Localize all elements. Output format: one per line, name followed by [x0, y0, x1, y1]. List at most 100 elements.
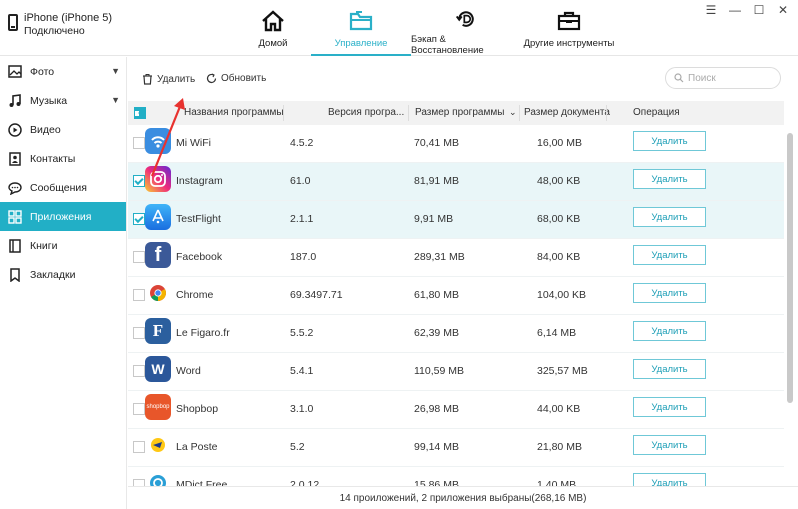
mi-wifi-app-icon: [145, 128, 171, 154]
row-checkbox[interactable]: [133, 365, 145, 377]
chevron-down-icon[interactable]: ▼: [111, 66, 120, 76]
row-delete-button[interactable]: Удалить: [633, 435, 706, 455]
app-version: 69.3497.71: [290, 289, 343, 301]
row-delete-button[interactable]: Удалить: [633, 207, 706, 227]
minimize-icon[interactable]: —: [728, 3, 742, 17]
doc-size: 325,57 MB: [537, 365, 588, 377]
row-checkbox[interactable]: [133, 175, 145, 187]
column-header-size[interactable]: Размер программы: [415, 107, 504, 118]
backup-icon: [455, 11, 474, 27]
phone-icon: [8, 14, 18, 31]
app-name: Facebook: [176, 251, 223, 263]
app-version: 4.5.2: [290, 137, 314, 149]
tab-tools[interactable]: Другие инструменты: [521, 0, 617, 56]
close-icon[interactable]: ✕: [776, 3, 790, 17]
column-header-version[interactable]: Версия програ...: [328, 107, 404, 118]
row-delete-button[interactable]: Удалить: [633, 283, 706, 303]
toolbar: Удалить Обновить: [128, 57, 798, 101]
column-header-name[interactable]: Названия программы: [184, 107, 284, 118]
row-checkbox[interactable]: [133, 137, 145, 149]
table-row[interactable]: W Word 5.4.1 110,59 MB 325,57 MB Удалить: [128, 353, 784, 391]
app-name: Chrome: [176, 289, 214, 301]
search-box[interactable]: [665, 67, 781, 89]
row-delete-button[interactable]: Удалить: [633, 169, 706, 189]
app-version: 61.0: [290, 175, 311, 187]
refresh-button[interactable]: Обновить: [206, 73, 266, 84]
tab-home[interactable]: Домой: [235, 0, 311, 56]
sidebar-item-books[interactable]: Книги: [0, 231, 126, 260]
sidebar-item-label: Фото: [30, 65, 55, 78]
app-name: Instagram: [176, 175, 223, 187]
table-row[interactable]: La Poste 5.2 99,14 MB 21,80 MB Удалить: [128, 429, 784, 467]
row-checkbox[interactable]: [133, 403, 145, 415]
sidebar-item-label: Приложения: [30, 210, 92, 223]
chevron-down-icon[interactable]: ▼: [111, 95, 120, 105]
app-name: Shopbop: [176, 403, 219, 415]
row-delete-button[interactable]: Удалить: [633, 359, 706, 379]
device-status: Подключено: [24, 25, 85, 37]
search-input[interactable]: [688, 72, 768, 84]
app-name: La Poste: [176, 441, 218, 453]
tab-manage[interactable]: Управление: [311, 0, 411, 56]
sidebar-item-bookmarks[interactable]: Закладки: [0, 260, 126, 289]
sidebar-item-label: Музыка: [30, 94, 68, 107]
doc-size: 21,80 MB: [537, 441, 582, 453]
table-row[interactable]: TestFlight 2.1.1 9,91 MB 68,00 KB Удалит…: [128, 201, 784, 239]
row-checkbox[interactable]: [133, 289, 145, 301]
sort-chevron-icon[interactable]: ⌄: [509, 107, 517, 118]
row-checkbox[interactable]: [133, 441, 145, 453]
row-checkbox[interactable]: [133, 213, 145, 225]
bookmark-icon: [8, 267, 22, 282]
instagram-app-icon: [145, 166, 171, 192]
contacts-icon: [8, 151, 22, 166]
app-name: Le Figaro.fr: [176, 327, 230, 339]
app-size: 70,41 MB: [414, 137, 459, 149]
row-delete-button[interactable]: Удалить: [633, 397, 706, 417]
table-header: Названия программы Версия програ... Разм…: [128, 101, 784, 125]
doc-size: 16,00 MB: [537, 137, 582, 149]
row-delete-button[interactable]: Удалить: [633, 245, 706, 265]
tab-home-label: Домой: [258, 38, 288, 49]
app-version: 2.1.1: [290, 213, 314, 225]
sidebar-item-messages[interactable]: Сообщения: [0, 173, 126, 202]
main-nav: Домой Управление Бэкап & Восстановление …: [235, 0, 617, 56]
sidebar-item-label: Сообщения: [30, 181, 87, 194]
app-name: Word: [176, 365, 201, 377]
sidebar-item-video[interactable]: Видео: [0, 115, 126, 144]
sidebar-item-apps[interactable]: Приложения: [0, 202, 126, 231]
sidebar-item-contacts[interactable]: Контакты: [0, 144, 126, 173]
table-row[interactable]: f Facebook 187.0 289,31 MB 84,00 KB Удал…: [128, 239, 784, 277]
select-all-checkbox[interactable]: [134, 107, 146, 119]
row-checkbox[interactable]: [133, 327, 145, 339]
messages-icon: [8, 181, 22, 195]
le-figaro-app-icon: F: [145, 318, 171, 344]
app-size: 81,91 MB: [414, 175, 459, 187]
tab-backup[interactable]: Бэкап & Восстановление: [411, 0, 521, 56]
sidebar-item-photos[interactable]: Фото ▼: [0, 57, 126, 86]
row-delete-button[interactable]: Удалить: [633, 321, 706, 341]
table-row[interactable]: Chrome 69.3497.71 61,80 MB 104,00 KB Уда…: [128, 277, 784, 315]
app-size: 289,31 MB: [414, 251, 465, 263]
column-header-operation: Операция: [633, 107, 680, 118]
menu-icon[interactable]: ☰: [704, 3, 718, 17]
table-row[interactable]: Instagram 61.0 81,91 MB 48,00 KB Удалить: [128, 163, 784, 201]
sidebar-item-label: Контакты: [30, 152, 76, 165]
row-checkbox[interactable]: [133, 251, 145, 263]
column-header-docsize[interactable]: Размер документа: [524, 107, 610, 118]
row-delete-button[interactable]: Удалить: [633, 131, 706, 151]
maximize-icon[interactable]: ☐: [752, 3, 766, 17]
scrollbar-thumb[interactable]: [787, 133, 793, 403]
table-row[interactable]: shopbop Shopbop 3.1.0 26,98 MB 44,00 KB …: [128, 391, 784, 429]
sidebar-item-music[interactable]: Музыка ▼: [0, 86, 126, 115]
scrollbar[interactable]: [786, 125, 794, 480]
table-row[interactable]: F Le Figaro.fr 5.5.2 62,39 MB 6,14 MB Уд…: [128, 315, 784, 353]
testflight-app-icon: [145, 204, 171, 230]
delete-button-label: Удалить: [157, 73, 196, 85]
table-row[interactable]: Mi WiFi 4.5.2 70,41 MB 16,00 MB Удалить: [128, 125, 784, 163]
search-icon: [674, 73, 684, 83]
app-size: 9,91 MB: [414, 213, 454, 225]
shopbop-app-icon: shopbop: [145, 394, 171, 420]
delete-button[interactable]: Удалить: [142, 73, 195, 85]
app-size: 62,39 MB: [414, 327, 459, 339]
trash-icon: [143, 74, 152, 85]
